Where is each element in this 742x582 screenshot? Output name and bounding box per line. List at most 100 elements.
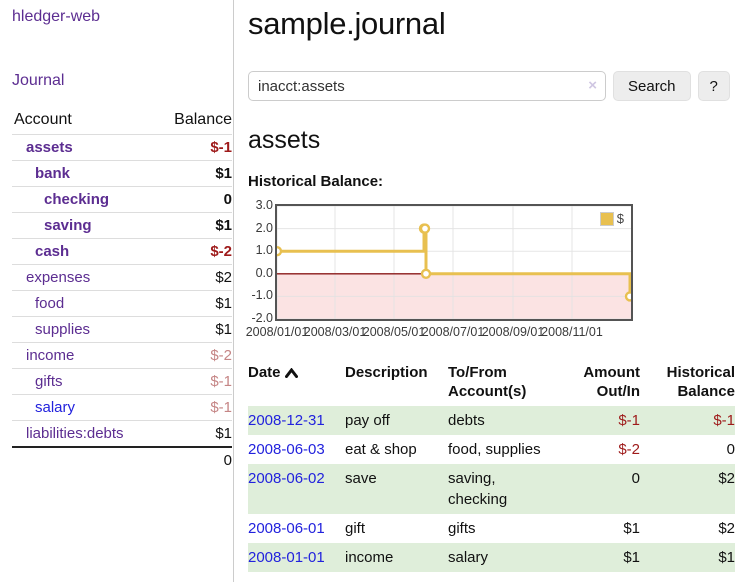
account-balance: $1 bbox=[157, 161, 232, 187]
y-axis-label: 1.0 bbox=[248, 244, 273, 257]
accounts-total-value: 0 bbox=[157, 447, 232, 473]
app-title-link[interactable]: hledger-web bbox=[12, 8, 233, 26]
transaction-accounts: food, supplies bbox=[448, 435, 560, 464]
account-link-food[interactable]: food bbox=[35, 295, 64, 312]
y-axis-label: 2.0 bbox=[248, 222, 273, 235]
data-point-marker bbox=[421, 225, 429, 233]
account-row: income$-2 bbox=[12, 343, 232, 369]
account-balance: $1 bbox=[157, 317, 232, 343]
transaction-description: pay off bbox=[345, 406, 448, 435]
account-balance: $-1 bbox=[157, 369, 232, 395]
transaction-accounts: salary bbox=[448, 543, 560, 572]
transaction-amount: $-2 bbox=[560, 435, 640, 464]
help-button[interactable]: ? bbox=[698, 71, 730, 101]
chart-legend: $ bbox=[598, 210, 626, 227]
x-axis-label: 2008/09/01 bbox=[482, 325, 545, 339]
transaction-date-cell: 2008-06-01 bbox=[248, 514, 345, 543]
account-link-supplies[interactable]: supplies bbox=[35, 321, 90, 338]
account-name-cell: expenses bbox=[12, 265, 157, 291]
account-row: food $1 bbox=[12, 291, 232, 317]
amount-column-header: Amount Out/In bbox=[560, 361, 640, 406]
accounts-table: Account Balance assets $-1 bank $1 checking 0… bbox=[12, 107, 232, 473]
account-link-assets[interactable]: assets bbox=[26, 139, 73, 156]
hledger-web-app: hledger-web Journal Account Balance asse… bbox=[0, 0, 742, 582]
transaction-date-cell: 2008-06-02 bbox=[248, 464, 345, 514]
account-row: salary $-1 bbox=[12, 395, 232, 421]
account-row: assets $-1 bbox=[12, 135, 232, 161]
account-balance: $-1 bbox=[157, 395, 232, 421]
account-name-cell: bank bbox=[12, 161, 157, 187]
chart-plot-area: $ bbox=[275, 204, 633, 321]
sort-ascending-icon bbox=[285, 368, 298, 378]
clear-search-icon[interactable]: × bbox=[588, 77, 597, 95]
account-name-cell: cash bbox=[12, 239, 157, 265]
account-balance: $1 bbox=[157, 421, 232, 448]
transaction-balance: $2 bbox=[640, 464, 735, 514]
account-row: expenses$2 bbox=[12, 265, 232, 291]
accounts-table-header-row: Account Balance bbox=[12, 107, 232, 135]
series-color-swatch bbox=[600, 212, 614, 226]
account-link-income[interactable]: income bbox=[26, 347, 74, 364]
account-balance: 0 bbox=[157, 187, 232, 213]
transaction-date-cell: 2008-12-31 bbox=[248, 406, 345, 435]
x-axis-label: 2008/03/01 bbox=[304, 325, 367, 339]
chart-title: Historical Balance: bbox=[248, 173, 735, 190]
account-name-cell: checking bbox=[12, 187, 157, 213]
account-link-expenses[interactable]: expenses bbox=[26, 269, 90, 286]
account-name-cell: liabilities:debts bbox=[12, 421, 157, 448]
description-column-header: Description bbox=[345, 361, 448, 406]
account-link-saving[interactable]: saving bbox=[44, 217, 92, 234]
transaction-balance: $-1 bbox=[640, 406, 735, 435]
accounts-total-spacer bbox=[12, 447, 157, 473]
x-axis-label: 2008/11/01 bbox=[541, 325, 603, 339]
transaction-description: gift bbox=[345, 514, 448, 543]
transaction-date-link[interactable]: 2008-01-01 bbox=[248, 549, 325, 566]
account-balance: $1 bbox=[157, 291, 232, 317]
account-row: saving $1 bbox=[12, 213, 232, 239]
transaction-accounts: gifts bbox=[448, 514, 560, 543]
transaction-date-link[interactable]: 2008-06-01 bbox=[248, 520, 325, 537]
account-balance: $-1 bbox=[157, 135, 232, 161]
transaction-date-link[interactable]: 2008-06-02 bbox=[248, 470, 325, 487]
transaction-amount: $1 bbox=[560, 543, 640, 572]
page-title: sample.journal bbox=[248, 6, 735, 42]
transaction-date-link[interactable]: 2008-06-03 bbox=[248, 441, 325, 458]
account-name-cell: food bbox=[12, 291, 157, 317]
main-panel: sample.journal × Search ? assets Histori… bbox=[234, 0, 742, 582]
account-link-bank[interactable]: bank bbox=[35, 165, 70, 182]
account-column-header-register: To/From Account(s) bbox=[448, 361, 560, 406]
account-heading: assets bbox=[248, 126, 735, 155]
account-row: bank $1 bbox=[12, 161, 232, 187]
account-link-gifts[interactable]: gifts bbox=[35, 373, 63, 390]
account-balance: $1 bbox=[157, 213, 232, 239]
x-axis-label: 2008/07/01 bbox=[422, 325, 485, 339]
y-axis-label: -1.0 bbox=[248, 289, 273, 302]
account-balance: $-2 bbox=[157, 239, 232, 265]
y-axis-label: -2.0 bbox=[248, 312, 273, 325]
series-legend-label: $ bbox=[617, 211, 624, 226]
transaction-row: 2008-01-01incomesalary$1$1 bbox=[248, 543, 735, 572]
transaction-accounts: debts bbox=[448, 406, 560, 435]
account-name-cell: saving bbox=[12, 213, 157, 239]
transaction-accounts: saving, checking bbox=[448, 464, 560, 514]
account-row: cash $-2 bbox=[12, 239, 232, 265]
account-link-checking[interactable]: checking bbox=[44, 191, 109, 208]
transaction-row: 2008-06-02savesaving, checking0$2 bbox=[248, 464, 735, 514]
account-link-salary[interactable]: salary bbox=[35, 399, 75, 416]
y-axis-label: 3.0 bbox=[248, 199, 273, 212]
account-name-cell: gifts bbox=[12, 369, 157, 395]
transaction-row: 2008-06-01giftgifts$1$2 bbox=[248, 514, 735, 543]
accounts-table-body: assets$-1bank$1checking0saving$1cash$-2e… bbox=[12, 135, 232, 448]
nav-journal-link[interactable]: Journal bbox=[12, 72, 233, 90]
transaction-row: 2008-06-03eat & shopfood, supplies$-20 bbox=[248, 435, 735, 464]
account-link-liabilities-debts[interactable]: liabilities:debts bbox=[26, 425, 124, 442]
search-button[interactable]: Search bbox=[613, 71, 691, 101]
account-row: liabilities:debts $1 bbox=[12, 421, 232, 448]
account-link-cash[interactable]: cash bbox=[35, 243, 69, 260]
search-input[interactable] bbox=[248, 71, 606, 101]
transaction-date-link[interactable]: 2008-12-31 bbox=[248, 412, 325, 429]
account-name-cell: supplies bbox=[12, 317, 157, 343]
date-column-header[interactable]: Date bbox=[248, 361, 345, 406]
register-table: Date Description To/From Account(s) Amou… bbox=[248, 361, 735, 572]
account-name-cell: assets bbox=[12, 135, 157, 161]
